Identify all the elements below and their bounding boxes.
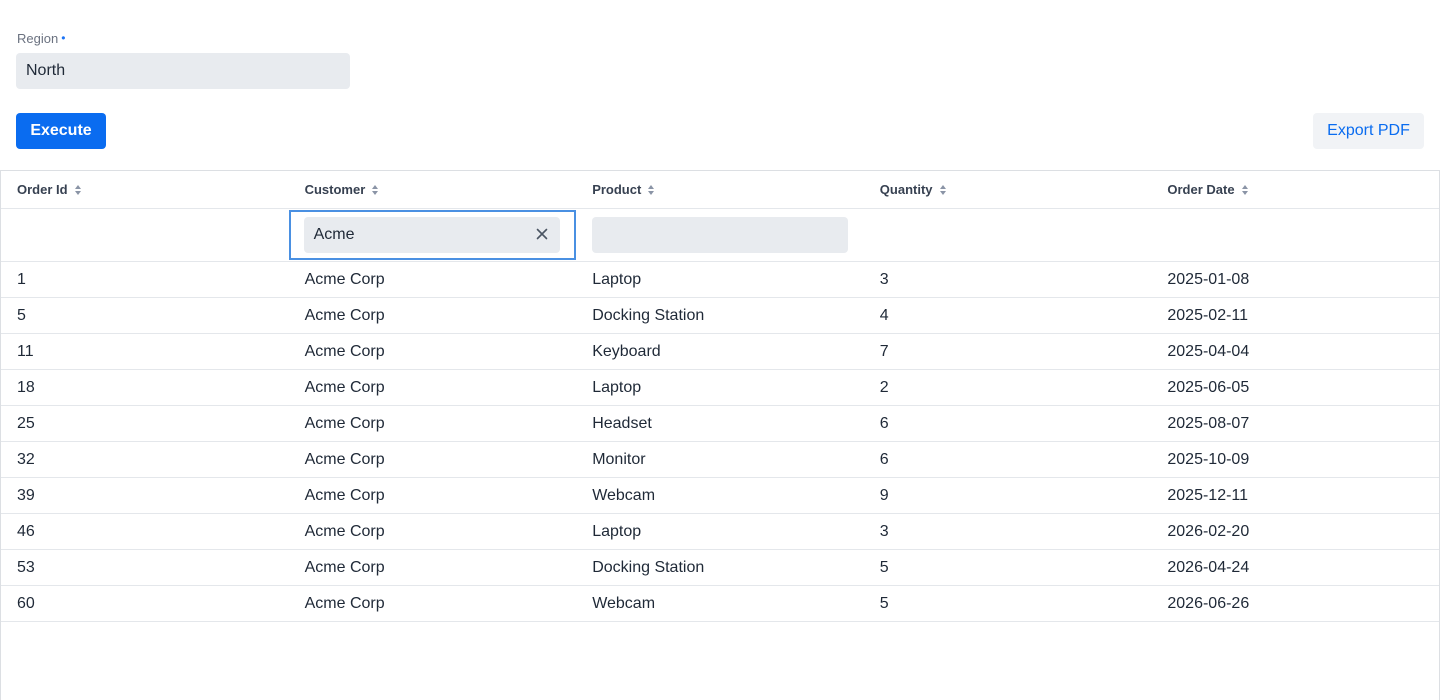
filter-cell-order-id: [1, 209, 289, 261]
table-row[interactable]: 32 Acme Corp Monitor 6 2025-10-09: [1, 442, 1439, 478]
cell-quantity: 4: [879, 306, 889, 324]
cell-quantity: 2: [879, 378, 889, 396]
table-row[interactable]: 53 Acme Corp Docking Station 5 2026-04-24: [1, 550, 1439, 586]
column-header-label: Order Id: [17, 182, 68, 197]
sort-icon[interactable]: [648, 184, 655, 195]
column-header-label: Product: [592, 182, 642, 197]
table-row[interactable]: 46 Acme Corp Laptop 3 2026-02-20: [1, 514, 1439, 550]
region-input[interactable]: North: [16, 53, 350, 89]
cell-order-date: 2025-08-07: [1167, 414, 1250, 432]
header-row: Order Id Customer Product Quantity Order…: [1, 171, 1439, 209]
filter-cell-customer: Acme: [288, 210, 577, 260]
cell-customer: Acme Corp: [304, 306, 385, 324]
cell-customer: Acme Corp: [304, 594, 385, 612]
column-header-product[interactable]: Product: [576, 171, 864, 208]
sort-icon[interactable]: [1241, 184, 1248, 195]
column-header-customer[interactable]: Customer: [289, 171, 577, 208]
data-grid: Order Id Customer Product Quantity Order…: [0, 170, 1440, 700]
cell-customer: Acme Corp: [304, 486, 385, 504]
cell-quantity: 9: [879, 486, 889, 504]
column-header-order-date[interactable]: Order Date: [1151, 171, 1439, 208]
execute-button[interactable]: Execute: [16, 113, 106, 149]
table-row[interactable]: 1 Acme Corp Laptop 3 2025-01-08: [1, 262, 1439, 298]
column-header-order-id[interactable]: Order Id: [1, 171, 289, 208]
table-row[interactable]: 18 Acme Corp Laptop 2 2025-06-05: [1, 370, 1439, 406]
sort-icon[interactable]: [74, 184, 81, 195]
column-header-label: Customer: [304, 182, 366, 197]
cell-product: Webcam: [592, 594, 656, 612]
cell-customer: Acme Corp: [304, 450, 385, 468]
cell-order-date: 2025-12-11: [1167, 486, 1249, 504]
cell-product: Monitor: [592, 450, 646, 468]
column-header-label: Quantity: [879, 182, 933, 197]
cell-quantity: 3: [879, 270, 889, 288]
cell-product: Laptop: [592, 522, 642, 540]
column-header-quantity[interactable]: Quantity: [864, 171, 1152, 208]
cell-order-id: 46: [17, 522, 35, 540]
cell-product: Webcam: [592, 486, 656, 504]
cell-order-id: 18: [17, 378, 35, 396]
cell-customer: Acme Corp: [304, 342, 385, 360]
cell-quantity: 3: [879, 522, 889, 540]
filter-cell-quantity: [864, 209, 1152, 261]
table-row[interactable]: 25 Acme Corp Headset 6 2025-08-07: [1, 406, 1439, 442]
cell-quantity: 7: [879, 342, 889, 360]
cell-order-id: 60: [17, 594, 35, 612]
cell-quantity: 6: [879, 414, 889, 432]
cell-order-id: 11: [17, 342, 34, 360]
filter-cell-product: [576, 209, 864, 261]
cell-product: Docking Station: [592, 306, 705, 324]
cell-quantity: 5: [879, 594, 889, 612]
product-filter-input[interactable]: [592, 217, 849, 253]
customer-filter-input[interactable]: Acme: [303, 217, 560, 253]
table-row[interactable]: 5 Acme Corp Docking Station 4 2025-02-11: [1, 298, 1439, 334]
cell-customer: Acme Corp: [304, 270, 385, 288]
cell-customer: Acme Corp: [304, 414, 385, 432]
close-icon[interactable]: [534, 226, 550, 242]
cell-order-date: 2026-04-24: [1167, 558, 1250, 576]
cell-order-date: 2025-02-11: [1167, 306, 1249, 324]
cell-product: Keyboard: [592, 342, 661, 360]
cell-order-id: 32: [17, 450, 35, 468]
cell-product: Docking Station: [592, 558, 705, 576]
table-row[interactable]: 11 Acme Corp Keyboard 7 2025-04-04: [1, 334, 1439, 370]
cell-order-date: 2026-02-20: [1167, 522, 1250, 540]
column-header-label: Order Date: [1167, 182, 1235, 197]
sort-icon[interactable]: [372, 184, 379, 195]
region-label-text: Region: [17, 31, 59, 46]
cell-order-date: 2025-01-08: [1167, 270, 1250, 288]
cell-quantity: 6: [879, 450, 889, 468]
cell-order-id: 1: [17, 270, 26, 288]
cell-order-id: 25: [17, 414, 35, 432]
table-row[interactable]: 60 Acme Corp Webcam 5 2026-06-26: [1, 586, 1439, 622]
export-pdf-button[interactable]: Export PDF: [1313, 113, 1424, 149]
cell-customer: Acme Corp: [304, 558, 385, 576]
required-marker: •: [61, 31, 66, 45]
cell-customer: Acme Corp: [304, 378, 385, 396]
table-body: 1 Acme Corp Laptop 3 2025-01-08 5 Acme Corp Doc…: [1, 262, 1439, 622]
cell-product: Headset: [592, 414, 652, 432]
cell-order-id: 5: [17, 306, 26, 324]
cell-order-id: 39: [17, 486, 35, 504]
sort-icon[interactable]: [939, 184, 946, 195]
filter-cell-order-date: [1151, 209, 1439, 261]
cell-quantity: 5: [879, 558, 889, 576]
region-label: Region •: [17, 31, 65, 47]
cell-customer: Acme Corp: [304, 522, 385, 540]
table-row[interactable]: 39 Acme Corp Webcam 9 2025-12-11: [1, 478, 1439, 514]
cell-product: Laptop: [592, 378, 642, 396]
cell-order-id: 53: [17, 558, 35, 576]
cell-order-date: 2025-04-04: [1167, 342, 1250, 360]
customer-filter-value: Acme: [313, 226, 355, 243]
filter-row: Acme: [1, 209, 1439, 262]
cell-order-date: 2025-10-09: [1167, 450, 1250, 468]
cell-order-date: 2025-06-05: [1167, 378, 1250, 396]
cell-order-date: 2026-06-26: [1167, 594, 1250, 612]
cell-product: Laptop: [592, 270, 642, 288]
